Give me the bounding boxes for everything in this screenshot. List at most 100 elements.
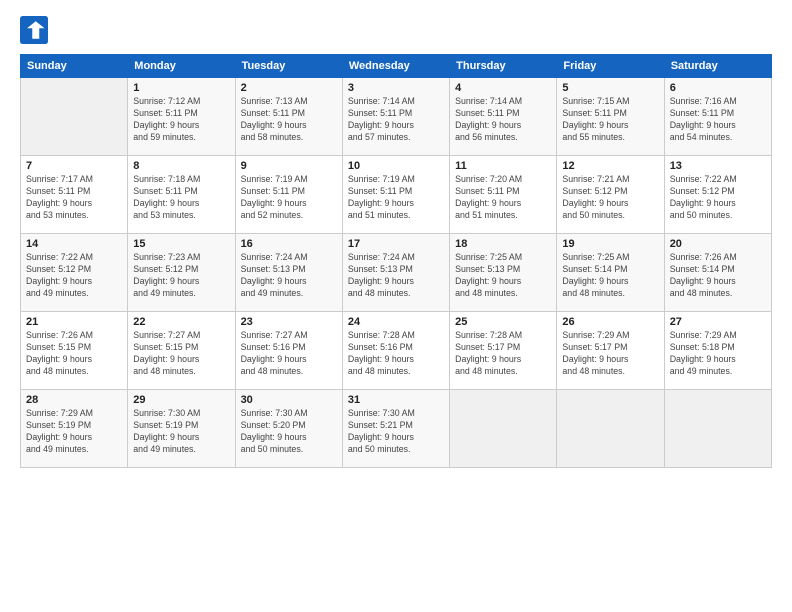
calendar-cell: 12 Sunrise: 7:21 AMSunset: 5:12 PMDayligh…: [557, 156, 664, 234]
day-info: Sunrise: 7:25 AMSunset: 5:13 PMDaylight:…: [455, 252, 551, 300]
calendar-cell: 11 Sunrise: 7:20 AMSunset: 5:11 PMDayligh…: [450, 156, 557, 234]
day-number: 23: [241, 316, 337, 328]
week-row-2: 7 Sunrise: 7:17 AMSunset: 5:11 PMDaylight…: [21, 156, 772, 234]
calendar-cell: 19 Sunrise: 7:25 AMSunset: 5:14 PMDayligh…: [557, 234, 664, 312]
day-number: 31: [348, 394, 444, 406]
day-info: Sunrise: 7:29 AMSunset: 5:17 PMDaylight:…: [562, 330, 658, 378]
calendar-cell: 6 Sunrise: 7:16 AMSunset: 5:11 PMDaylight…: [664, 78, 771, 156]
day-info: Sunrise: 7:21 AMSunset: 5:12 PMDaylight:…: [562, 174, 658, 222]
day-number: 19: [562, 238, 658, 250]
day-number: 29: [133, 394, 229, 406]
day-info: Sunrise: 7:17 AMSunset: 5:11 PMDaylight:…: [26, 174, 122, 222]
day-number: 17: [348, 238, 444, 250]
calendar-cell: 17Sunrise: 7:24 AMSunset: 5:13 PMDayligh…: [342, 234, 449, 312]
calendar-cell: 7 Sunrise: 7:17 AMSunset: 5:11 PMDaylight…: [21, 156, 128, 234]
day-info: Sunrise: 7:19 AMSunset: 5:11 PMDaylight:…: [241, 174, 337, 222]
day-info: Sunrise: 7:30 AMSunset: 5:20 PMDaylight:…: [241, 408, 337, 456]
day-number: 5: [562, 82, 658, 94]
day-number: 2: [241, 82, 337, 94]
calendar-cell: 4Sunrise: 7:14 AMSunset: 5:11 PMDaylight…: [450, 78, 557, 156]
logo: [20, 16, 52, 44]
day-info: Sunrise: 7:19 AMSunset: 5:11 PMDaylight:…: [348, 174, 444, 222]
day-number: 28: [26, 394, 122, 406]
day-number: 12: [562, 160, 658, 172]
calendar-cell: 31Sunrise: 7:30 AMSunset: 5:21 PMDayligh…: [342, 390, 449, 468]
day-info: Sunrise: 7:14 AMSunset: 5:11 PMDaylight:…: [455, 96, 551, 144]
day-number: 11: [455, 160, 551, 172]
calendar-cell: 20 Sunrise: 7:26 AMSunset: 5:14 PMDayligh…: [664, 234, 771, 312]
calendar-table: SundayMondayTuesdayWednesdayThursdayFrid…: [20, 54, 772, 468]
weekday-header-friday: Friday: [557, 55, 664, 78]
day-info: Sunrise: 7:20 AMSunset: 5:11 PMDaylight:…: [455, 174, 551, 222]
day-number: 24: [348, 316, 444, 328]
day-info: Sunrise: 7:23 AMSunset: 5:12 PMDaylight:…: [133, 252, 229, 300]
calendar-cell: 2 Sunrise: 7:13 AMSunset: 5:11 PMDaylight…: [235, 78, 342, 156]
calendar-cell: 5Sunrise: 7:15 AMSunset: 5:11 PMDaylight…: [557, 78, 664, 156]
day-number: 21: [26, 316, 122, 328]
day-info: Sunrise: 7:28 AMSunset: 5:17 PMDaylight:…: [455, 330, 551, 378]
weekday-header-row: SundayMondayTuesdayWednesdayThursdayFrid…: [21, 55, 772, 78]
day-number: 30: [241, 394, 337, 406]
calendar-cell: 14 Sunrise: 7:22 AMSunset: 5:12 PMDayligh…: [21, 234, 128, 312]
day-number: 6: [670, 82, 766, 94]
calendar-cell: 9 Sunrise: 7:19 AMSunset: 5:11 PMDaylight…: [235, 156, 342, 234]
calendar-cell: 26 Sunrise: 7:29 AMSunset: 5:17 PMDayligh…: [557, 312, 664, 390]
day-info: Sunrise: 7:27 AMSunset: 5:15 PMDaylight:…: [133, 330, 229, 378]
calendar-cell: 1 Sunrise: 7:12 AMSunset: 5:11 PMDaylight…: [128, 78, 235, 156]
day-info: Sunrise: 7:22 AMSunset: 5:12 PMDaylight:…: [26, 252, 122, 300]
weekday-header-thursday: Thursday: [450, 55, 557, 78]
day-number: 9: [241, 160, 337, 172]
day-number: 1: [133, 82, 229, 94]
day-number: 26: [562, 316, 658, 328]
weekday-header-saturday: Saturday: [664, 55, 771, 78]
page: SundayMondayTuesdayWednesdayThursdayFrid…: [0, 0, 792, 612]
calendar-cell: 13Sunrise: 7:22 AMSunset: 5:12 PMDayligh…: [664, 156, 771, 234]
calendar-cell: 15 Sunrise: 7:23 AMSunset: 5:12 PMDayligh…: [128, 234, 235, 312]
week-row-3: 14 Sunrise: 7:22 AMSunset: 5:12 PMDayligh…: [21, 234, 772, 312]
day-number: 7: [26, 160, 122, 172]
day-info: Sunrise: 7:30 AMSunset: 5:19 PMDaylight:…: [133, 408, 229, 456]
day-info: Sunrise: 7:25 AMSunset: 5:14 PMDaylight:…: [562, 252, 658, 300]
day-number: 27: [670, 316, 766, 328]
calendar-cell: 25 Sunrise: 7:28 AMSunset: 5:17 PMDayligh…: [450, 312, 557, 390]
day-info: Sunrise: 7:18 AMSunset: 5:11 PMDaylight:…: [133, 174, 229, 222]
calendar-cell: 23 Sunrise: 7:27 AMSunset: 5:16 PMDayligh…: [235, 312, 342, 390]
day-number: 25: [455, 316, 551, 328]
weekday-header-sunday: Sunday: [21, 55, 128, 78]
calendar-cell: [664, 390, 771, 468]
day-info: Sunrise: 7:26 AMSunset: 5:15 PMDaylight:…: [26, 330, 122, 378]
calendar-cell: 18Sunrise: 7:25 AMSunset: 5:13 PMDayligh…: [450, 234, 557, 312]
day-number: 20: [670, 238, 766, 250]
day-number: 22: [133, 316, 229, 328]
calendar-cell: 30 Sunrise: 7:30 AMSunset: 5:20 PMDayligh…: [235, 390, 342, 468]
week-row-5: 28 Sunrise: 7:29 AMSunset: 5:19 PMDayligh…: [21, 390, 772, 468]
day-info: Sunrise: 7:12 AMSunset: 5:11 PMDaylight:…: [133, 96, 229, 144]
week-row-4: 21 Sunrise: 7:26 AMSunset: 5:15 PMDayligh…: [21, 312, 772, 390]
day-info: Sunrise: 7:27 AMSunset: 5:16 PMDaylight:…: [241, 330, 337, 378]
day-info: Sunrise: 7:13 AMSunset: 5:11 PMDaylight:…: [241, 96, 337, 144]
day-info: Sunrise: 7:26 AMSunset: 5:14 PMDaylight:…: [670, 252, 766, 300]
calendar-cell: 3Sunrise: 7:14 AMSunset: 5:11 PMDaylight…: [342, 78, 449, 156]
day-info: Sunrise: 7:16 AMSunset: 5:11 PMDaylight:…: [670, 96, 766, 144]
calendar-cell: [557, 390, 664, 468]
day-info: Sunrise: 7:14 AMSunset: 5:11 PMDaylight:…: [348, 96, 444, 144]
calendar-cell: 29 Sunrise: 7:30 AMSunset: 5:19 PMDayligh…: [128, 390, 235, 468]
day-number: 15: [133, 238, 229, 250]
day-number: 8: [133, 160, 229, 172]
calendar-cell: 21 Sunrise: 7:26 AMSunset: 5:15 PMDayligh…: [21, 312, 128, 390]
calendar-cell: 27Sunrise: 7:29 AMSunset: 5:18 PMDayligh…: [664, 312, 771, 390]
calendar-cell: 22 Sunrise: 7:27 AMSunset: 5:15 PMDayligh…: [128, 312, 235, 390]
logo-icon: [20, 16, 48, 44]
calendar-cell: 10 Sunrise: 7:19 AMSunset: 5:11 PMDayligh…: [342, 156, 449, 234]
calendar-cell: 28 Sunrise: 7:29 AMSunset: 5:19 PMDayligh…: [21, 390, 128, 468]
day-number: 10: [348, 160, 444, 172]
calendar-cell: 16Sunrise: 7:24 AMSunset: 5:13 PMDayligh…: [235, 234, 342, 312]
calendar-cell: [450, 390, 557, 468]
day-number: 14: [26, 238, 122, 250]
header: [20, 16, 772, 44]
calendar-cell: 8 Sunrise: 7:18 AMSunset: 5:11 PMDaylight…: [128, 156, 235, 234]
calendar-cell: 24Sunrise: 7:28 AMSunset: 5:16 PMDayligh…: [342, 312, 449, 390]
day-info: Sunrise: 7:29 AMSunset: 5:19 PMDaylight:…: [26, 408, 122, 456]
week-row-1: 1 Sunrise: 7:12 AMSunset: 5:11 PMDaylight…: [21, 78, 772, 156]
day-number: 13: [670, 160, 766, 172]
